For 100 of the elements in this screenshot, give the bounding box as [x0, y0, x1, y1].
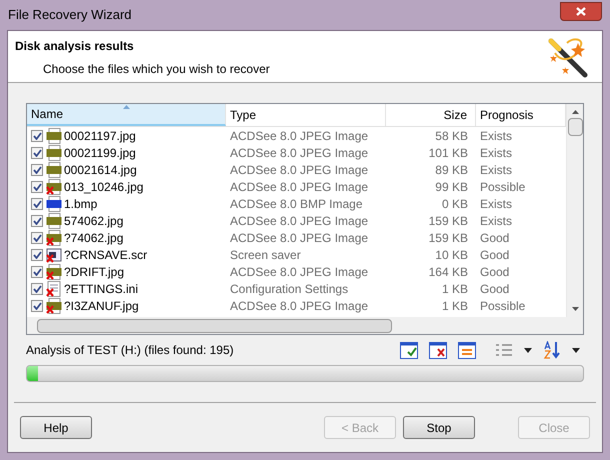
column-header[interactable]: Type	[226, 104, 386, 126]
file-size: 0 KB	[440, 196, 469, 212]
file-type: Screen saver	[229, 246, 302, 264]
list-view-icon[interactable]	[495, 343, 513, 357]
file-name: 574062.jpg	[64, 212, 124, 230]
file-name: ?74062.jpg	[64, 230, 124, 246]
file-name: ?I3ZANUF.jpg	[64, 298, 139, 314]
stop-button[interactable]: Stop	[403, 416, 475, 439]
status-text: Analysis of TEST (H:) (files found: 195)	[26, 342, 234, 359]
file-row[interactable]: 1.bmp ACDSee 8.0 BMP Image 0 KB Exists	[27, 195, 566, 212]
file-size: 58 KB	[434, 128, 469, 144]
file-row[interactable]: ?74062.jpg ACDSee 8.0 JPEG Image 159 KB Good	[27, 229, 566, 246]
file-name: 00021614.jpg	[64, 162, 137, 178]
scroll-thumb[interactable]	[568, 118, 582, 136]
file-name: 00021197.jpg	[64, 128, 136, 144]
file-row[interactable]: ?I3ZANUF.jpg ACDSee 8.0 JPEG Image 1 KB Possible	[27, 297, 566, 314]
row-checkbox[interactable]	[31, 198, 43, 210]
file-type: ACDSee 8.0 JPEG Image	[229, 128, 370, 144]
file-type: ACDSee 8.0 JPEG Image	[229, 162, 370, 178]
page-subtitle: Choose the files which you wish to recover	[42, 61, 270, 78]
scroll-thumb[interactable]	[37, 318, 392, 332]
row-checkbox[interactable]	[31, 248, 43, 260]
file-type: ACDSee 8.0 JPEG Image	[229, 178, 370, 196]
row-checkbox[interactable]	[31, 146, 43, 158]
file-row[interactable]: 00021614.jpg ACDSee 8.0 JPEG Image 89 KB Exists	[27, 161, 566, 178]
dropdown-icon[interactable]	[572, 348, 580, 352]
row-checkbox[interactable]	[31, 232, 43, 244]
file-name: 1.bmp	[64, 196, 98, 212]
file-type: ACDSee 8.0 JPEG Image	[229, 264, 370, 280]
file-type: ACDSee 8.0 JPEG Image	[229, 298, 370, 314]
prognosis: Exists	[479, 196, 514, 212]
vertical-scrollbar[interactable]	[566, 104, 583, 317]
prognosis: Good	[479, 264, 510, 280]
file-row[interactable]: 574062.jpg ACDSee 8.0 JPEG Image 159 KB Exists	[27, 212, 566, 229]
file-icon	[46, 196, 62, 212]
close-button[interactable]	[560, 2, 602, 20]
prognosis: Good	[479, 230, 510, 246]
deleted-file-icon	[46, 280, 62, 296]
file-name: 013_10246.jpg	[64, 178, 144, 196]
deselect-all-icon[interactable]	[429, 342, 447, 358]
scroll-up-icon[interactable]	[572, 110, 578, 114]
file-type: ACDSee 8.0 JPEG Image	[229, 230, 370, 246]
row-checkbox[interactable]	[31, 164, 43, 176]
file-name: ?CRNSAVE.scr	[64, 246, 148, 264]
scroll-down-icon[interactable]	[572, 307, 578, 311]
file-icon	[46, 128, 62, 144]
deleted-file-icon	[46, 178, 62, 194]
file-type: ACDSee 8.0 BMP Image	[229, 196, 364, 212]
row-checkbox[interactable]	[31, 214, 43, 226]
horizontal-scrollbar[interactable]	[27, 317, 583, 334]
row-checkbox[interactable]	[31, 282, 43, 294]
file-icon	[46, 144, 62, 160]
file-size: 164 KB	[428, 264, 469, 280]
prognosis: Exists	[479, 144, 514, 162]
deleted-file-icon	[46, 246, 62, 262]
prognosis: Exists	[479, 128, 514, 144]
deleted-file-icon	[46, 230, 62, 246]
deleted-file-icon	[46, 298, 62, 314]
dropdown-icon[interactable]	[524, 348, 532, 352]
file-size: 1 KB	[440, 280, 469, 298]
column-header[interactable]: Name	[27, 104, 226, 126]
file-row[interactable]: ?ETTINGS.ini Configuration Settings 1 KB Good	[27, 280, 566, 297]
prognosis: Good	[479, 246, 510, 264]
select-all-icon[interactable]	[400, 342, 418, 358]
file-type: ACDSee 8.0 JPEG Image	[229, 144, 370, 162]
row-checkbox[interactable]	[31, 266, 43, 278]
prognosis: Exists	[479, 212, 514, 230]
file-size: 99 KB	[434, 178, 469, 196]
row-checkbox[interactable]	[31, 130, 43, 142]
file-size: 101 KB	[428, 144, 469, 162]
file-row[interactable]: 00021199.jpg ACDSee 8.0 JPEG Image 101 KB Exists	[27, 144, 566, 161]
prognosis: Possible	[479, 178, 526, 196]
file-icon	[46, 162, 62, 178]
file-size: 89 KB	[434, 162, 469, 178]
file-row[interactable]: 00021197.jpg ACDSee 8.0 JPEG Image 58 KB Exists	[27, 127, 566, 144]
prognosis: Good	[479, 280, 510, 298]
file-name: 00021199.jpg	[64, 144, 136, 162]
sort-icon[interactable]	[543, 341, 561, 359]
deleted-file-icon	[46, 264, 62, 280]
file-icon	[46, 212, 62, 228]
file-type: ACDSee 8.0 JPEG Image	[229, 212, 370, 230]
file-type: Configuration Settings	[229, 280, 350, 298]
column-header[interactable]: Size	[386, 104, 476, 126]
page-title: Disk analysis results	[15, 38, 135, 55]
file-row[interactable]: 013_10246.jpg ACDSee 8.0 JPEG Image 99 KB Possible	[27, 178, 566, 195]
file-size: 1 KB	[440, 298, 469, 314]
file-size: 159 KB	[428, 212, 469, 230]
invert-selection-icon[interactable]	[458, 342, 476, 358]
sort-ascending-icon	[123, 105, 130, 109]
row-checkbox[interactable]	[31, 180, 43, 192]
file-name: ?DRIFT.jpg	[64, 264, 124, 280]
row-checkbox[interactable]	[31, 300, 43, 312]
help-button[interactable]: Help	[20, 416, 92, 439]
prognosis: Exists	[479, 162, 514, 178]
prognosis: Possible	[479, 298, 526, 314]
file-row[interactable]: ?DRIFT.jpg ACDSee 8.0 JPEG Image 164 KB Good	[27, 263, 566, 280]
file-row[interactable]: ?CRNSAVE.scr Screen saver 10 KB Good	[27, 246, 566, 263]
file-size: 159 KB	[428, 230, 469, 246]
file-name: ?ETTINGS.ini	[64, 280, 138, 298]
file-size: 10 KB	[434, 246, 469, 264]
